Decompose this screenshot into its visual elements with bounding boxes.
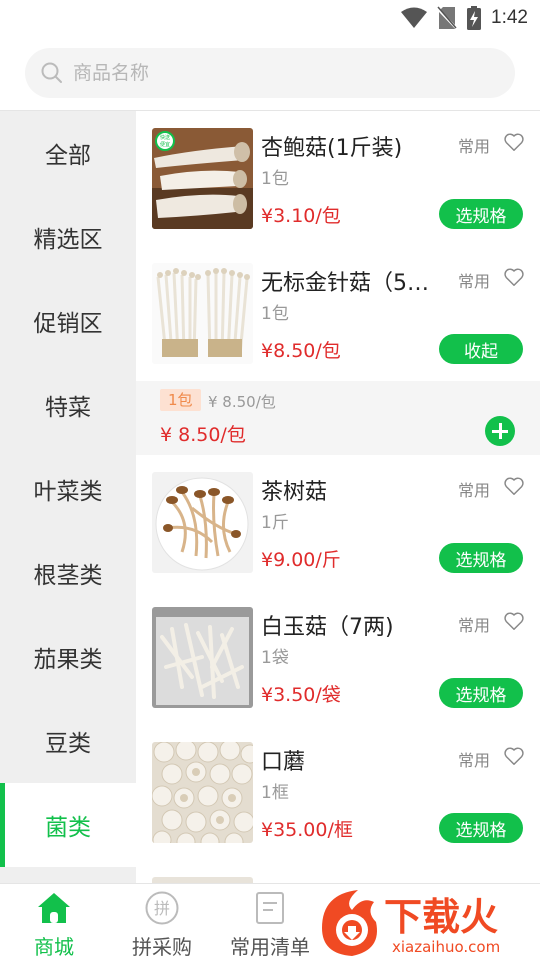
tab-mall[interactable]: 商城	[0, 890, 108, 959]
spec-price: ¥ 8.50/包	[160, 424, 246, 446]
select-spec-button[interactable]: 选规格	[439, 199, 523, 229]
tab-label: 常用清单	[230, 935, 310, 959]
product-name[interactable]: 无标金针菇（5斤装）	[261, 265, 441, 297]
tab-label: 商城	[34, 935, 74, 959]
product-image-enoki[interactable]	[152, 263, 253, 364]
product-name[interactable]: 白玉菇（7两)	[261, 609, 441, 641]
product-price: ¥35.00/框	[261, 819, 353, 841]
select-spec-button[interactable]: 选规格	[439, 678, 523, 708]
product-list: 快送 便宜 杏鲍菇(1斤装) 常用 1包 ¥3.10/包 选规格 无标金针菇（5…	[136, 111, 540, 883]
category-mushrooms[interactable]: 菌类	[0, 783, 136, 867]
favorite-label: 常用	[458, 137, 491, 156]
search-bar[interactable]	[25, 48, 515, 98]
battery-charging-icon	[467, 6, 482, 30]
heart-icon[interactable]	[503, 266, 525, 288]
favorite-label: 常用	[458, 616, 491, 635]
category-leafy[interactable]: 叶菜类	[0, 447, 136, 531]
group-buy-icon: 拼	[145, 891, 179, 925]
wifi-icon	[401, 7, 428, 28]
favorite-label: 常用	[458, 272, 491, 291]
product-unit: 1包	[261, 304, 289, 324]
product-item-partial[interactable]	[136, 860, 540, 883]
product-name[interactable]: 杏鲍菇(1斤装)	[261, 130, 441, 162]
category-root[interactable]: 根茎类	[0, 531, 136, 615]
search-icon	[41, 62, 62, 83]
watermark-text: 下载火	[384, 895, 498, 939]
search-input[interactable]	[73, 62, 473, 84]
spec-panel: 1包 ¥ 8.50/包 ¥ 8.50/包	[136, 381, 540, 455]
favorite-label: 常用	[458, 481, 491, 500]
category-promotion[interactable]: 促销区	[0, 279, 136, 363]
product-item[interactable]: 口蘑 常用 1框 ¥35.00/框 选规格	[136, 725, 540, 860]
product-image-button-mushroom[interactable]	[152, 742, 253, 843]
tab-frequent-list[interactable]: 常用清单	[216, 890, 324, 959]
product-unit: 1斤	[261, 513, 289, 533]
product-price: ¥9.00/斤	[261, 549, 341, 571]
product-item[interactable]: 快送 便宜 杏鲍菇(1斤装) 常用 1包 ¥3.10/包 选规格	[136, 111, 540, 246]
product-unit: 1框	[261, 783, 289, 803]
status-bar: 1:42	[0, 0, 540, 36]
home-icon	[38, 893, 70, 923]
product-item[interactable]: 无标金针菇（5斤装） 常用 1包 ¥8.50/包 收起	[136, 246, 540, 381]
product-image-king-oyster[interactable]: 快送 便宜	[152, 128, 253, 229]
product-name[interactable]: 口蘑	[261, 744, 441, 776]
add-to-cart-icon[interactable]	[485, 416, 515, 446]
category-fruit-veg[interactable]: 茄果类	[0, 615, 136, 699]
spec-tag[interactable]: 1包	[160, 389, 201, 411]
watermark-url: xiazaihuo.com	[392, 938, 500, 956]
quality-badge: 快送 便宜	[155, 131, 175, 151]
product-price: ¥8.50/包	[261, 340, 341, 362]
no-sim-icon	[437, 6, 458, 30]
product-name[interactable]: 茶树菇	[261, 474, 441, 506]
list-icon	[256, 892, 284, 924]
select-spec-button[interactable]: 选规格	[439, 543, 523, 573]
product-image-tea-tree-mushroom[interactable]	[152, 472, 253, 573]
status-icons: 1:42	[401, 4, 528, 32]
product-unit: 1包	[261, 169, 289, 189]
heart-icon[interactable]	[503, 131, 525, 153]
spec-unit-price: ¥ 8.50/包	[208, 393, 276, 411]
category-all[interactable]: 全部	[0, 111, 136, 195]
category-featured[interactable]: 精选区	[0, 195, 136, 279]
tab-label: 拼采购	[132, 935, 192, 959]
heart-icon[interactable]	[503, 475, 525, 497]
category-specialty[interactable]: 特菜	[0, 363, 136, 447]
category-sidebar: 全部 精选区 促销区 特菜 叶菜类 根茎类 茄果类 豆类 菌类	[0, 111, 136, 883]
category-beans[interactable]: 豆类	[0, 699, 136, 783]
heart-icon[interactable]	[503, 610, 525, 632]
svg-text:拼: 拼	[154, 899, 170, 918]
collapse-button[interactable]: 收起	[439, 334, 523, 364]
product-price: ¥3.10/包	[261, 205, 341, 227]
product-item[interactable]: 白玉菇（7两) 常用 1袋 ¥3.50/袋 选规格	[136, 590, 540, 725]
tab-group-buy[interactable]: 拼 拼采购	[108, 890, 216, 959]
watermark-logo: 下载火 xiazaihuo.com	[318, 888, 540, 960]
product-item[interactable]: 茶树菇 常用 1斤 ¥9.00/斤 选规格	[136, 455, 540, 590]
product-image-white-beech-mushroom[interactable]	[152, 607, 253, 708]
product-price: ¥3.50/袋	[261, 684, 341, 706]
product-unit: 1袋	[261, 648, 289, 668]
heart-icon[interactable]	[503, 745, 525, 767]
select-spec-button[interactable]: 选规格	[439, 813, 523, 843]
clock-time: 1:42	[491, 7, 528, 28]
favorite-label: 常用	[458, 751, 491, 770]
